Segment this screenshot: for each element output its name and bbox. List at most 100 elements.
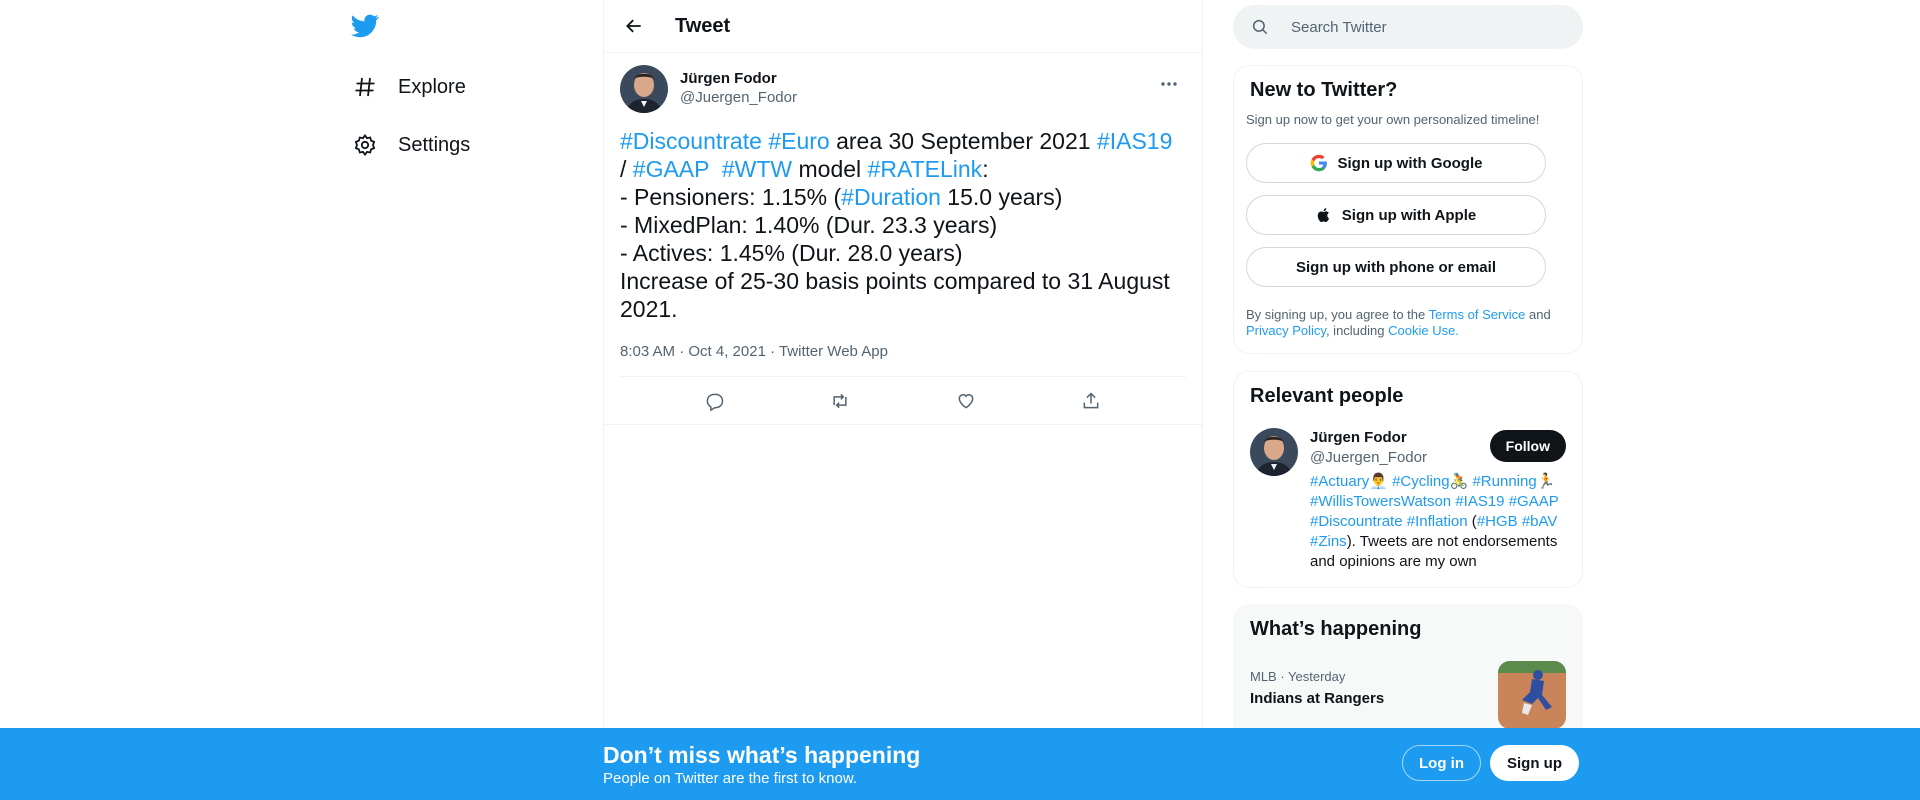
signup-terms: By signing up, you agree to the Terms of…	[1246, 307, 1566, 339]
reply-button[interactable]	[698, 384, 732, 418]
tweet-text-segment: /	[620, 156, 633, 182]
bio-text-segment: 🏃	[1536, 473, 1556, 490]
retweet-icon	[833, 393, 847, 408]
trend-thumbnail[interactable]	[1498, 661, 1566, 729]
back-button[interactable]	[617, 9, 651, 43]
trend-item[interactable]: MLB · Yesterday Indians at Rangers	[1250, 661, 1566, 729]
hashtag-link[interactable]: #Euro	[768, 128, 829, 154]
bio-hashtag-link[interactable]: #WillisTowersWatson	[1310, 493, 1451, 510]
person-bio: #Actuary👨‍💼 #Cycling🚴 #Running🏃 #WillisT…	[1310, 472, 1566, 572]
bio-hashtag-link[interactable]: #GAAP	[1509, 493, 1559, 510]
bio-hashtag-link[interactable]: #IAS19	[1455, 493, 1504, 510]
tweet-actions	[604, 377, 1202, 425]
cookie-use-link[interactable]: Cookie Use.	[1388, 323, 1459, 338]
gear-icon	[352, 132, 378, 158]
tweet-text-segment: 2021.	[620, 296, 678, 322]
twitter-logo-icon[interactable]	[351, 14, 383, 42]
hashtag-link[interactable]: #Duration	[841, 184, 941, 210]
tweet-text-segment	[709, 156, 722, 182]
nav-settings[interactable]: Settings	[352, 125, 470, 165]
bio-text-segment: (	[1467, 513, 1477, 530]
bio-hashtag-link[interactable]: #Actuary	[1310, 473, 1369, 490]
share-icon	[1083, 391, 1099, 408]
tweet-timestamp[interactable]: 8:03 AM · Oct 4, 2021 · Twitter Web App	[620, 343, 1186, 377]
back-arrow-icon	[626, 19, 641, 33]
like-icon	[958, 393, 974, 409]
google-icon	[1310, 154, 1328, 172]
signup-card-title: New to Twitter?	[1250, 79, 1398, 101]
apple-icon	[1316, 206, 1332, 224]
like-button[interactable]	[949, 384, 983, 418]
nav-explore[interactable]: Explore	[352, 67, 466, 107]
bio-hashtag-link[interactable]: #Zins	[1310, 533, 1347, 550]
search-icon	[1252, 19, 1268, 35]
follow-button[interactable]: Follow	[1489, 430, 1566, 462]
tweet-text: #Discountrate #Euro area 30 September 20…	[620, 127, 1186, 323]
bottom-bar-title: Don’t miss what’s happening	[603, 742, 921, 768]
more-icon	[1161, 82, 1177, 86]
bio-hashtag-link[interactable]: #bAV	[1522, 513, 1558, 530]
tweet-text-segment: - Actives: 1.45% (Dur. 28.0 years)	[620, 240, 963, 266]
nav-explore-label: Explore	[398, 75, 466, 98]
signup-phone-label: Sign up with phone or email	[1295, 258, 1496, 276]
tweet-text-segment: :	[982, 156, 989, 182]
tweet-line: Increase of 25-30 basis points compared …	[620, 267, 1186, 295]
hashtag-link[interactable]: #WTW	[722, 156, 792, 182]
author-avatar[interactable]	[620, 65, 668, 113]
signup-apple-button[interactable]: Sign up with Apple	[1246, 195, 1546, 235]
hashtag-link[interactable]: #Discountrate	[620, 128, 762, 154]
tweet-text-segment: Increase of 25-30 basis points compared …	[620, 268, 1170, 294]
login-prompt-bar: Don’t miss what’s happening People on Tw…	[0, 728, 1920, 800]
main-column: Tweet Jürgen Fodor @Juergen_Fodor #Disco…	[603, 0, 1203, 800]
tweet-text-segment: - Pensioners: 1.15% (	[620, 184, 842, 210]
tweet-line: #Discountrate #Euro area 30 September 20…	[620, 127, 1186, 155]
signup-card: New to Twitter? Sign up now to get your …	[1233, 65, 1583, 354]
tweet-text-segment: 15.0 years)	[940, 184, 1063, 210]
hashtag-link[interactable]: #RATELink	[868, 156, 983, 182]
privacy-policy-link[interactable]: Privacy Policy	[1246, 323, 1326, 338]
tweet-text-segment: area 30 September 2021	[829, 128, 1097, 154]
author-name[interactable]: Jürgen Fodor	[680, 69, 797, 88]
terms-text-3: , including	[1325, 323, 1389, 338]
tweet-line: 2021.	[620, 295, 1186, 323]
main-header: Tweet	[604, 0, 1202, 53]
tweet-line: / #GAAP #WTW model #RATELink:	[620, 155, 1186, 183]
more-options-button[interactable]	[1152, 67, 1186, 101]
bio-text-segment: 🚴	[1449, 473, 1473, 490]
bio-hashtag-link[interactable]: #HGB	[1477, 513, 1518, 530]
signup-apple-label: Sign up with Apple	[1341, 206, 1477, 224]
bio-hashtag-link[interactable]: #Cycling	[1392, 473, 1450, 490]
login-button[interactable]: Log in	[1402, 745, 1481, 781]
person-avatar[interactable]	[1250, 428, 1298, 476]
relevant-people-title: Relevant people	[1250, 385, 1404, 407]
relevant-people-card: Relevant people Jürgen Fodor @Juergen_Fo…	[1233, 371, 1583, 588]
tweet-text-segment: - MixedPlan: 1.40% (Dur. 23.3 years)	[620, 212, 998, 238]
tweet-line: - MixedPlan: 1.40% (Dur. 23.3 years)	[620, 211, 1186, 239]
tweet-line: - Actives: 1.45% (Dur. 28.0 years)	[620, 239, 1186, 267]
bio-hashtag-link[interactable]: #Discountrate	[1310, 513, 1403, 530]
terms-of-service-link[interactable]: Terms of Service	[1429, 307, 1526, 322]
whats-happening-title: What’s happening	[1250, 618, 1422, 640]
bio-hashtag-link[interactable]: #Running	[1472, 473, 1536, 490]
author-handle[interactable]: @Juergen_Fodor	[680, 88, 797, 107]
bio-text-segment: 👨‍💼	[1369, 473, 1393, 490]
search-input[interactable]	[1291, 18, 1551, 36]
tweet: Jürgen Fodor @Juergen_Fodor #Discountrat…	[604, 53, 1202, 425]
terms-text-2: and	[1525, 307, 1551, 322]
retweet-button[interactable]	[823, 384, 857, 418]
bio-hashtag-link[interactable]: #Inflation	[1407, 513, 1468, 530]
share-button[interactable]	[1074, 384, 1108, 418]
bottom-bar-subtitle: People on Twitter are the first to know.	[603, 770, 858, 787]
search-box[interactable]	[1233, 5, 1583, 49]
nav-settings-label: Settings	[398, 133, 471, 156]
tweet-text-segment: model	[792, 156, 868, 182]
reply-icon	[706, 393, 723, 411]
signup-button[interactable]: Sign up	[1490, 745, 1579, 781]
signup-google-button[interactable]: Sign up with Google	[1246, 143, 1546, 183]
hashtag-link[interactable]: #IAS19	[1097, 128, 1172, 154]
signup-phone-button[interactable]: Sign up with phone or email	[1246, 247, 1546, 287]
person-item[interactable]: Jürgen Fodor @Juergen_Fodor #Actuary👨‍💼 …	[1250, 428, 1566, 572]
page-title: Tweet	[675, 14, 731, 37]
hashtag-link[interactable]: #GAAP	[633, 156, 709, 182]
signup-google-label: Sign up with Google	[1337, 154, 1483, 172]
